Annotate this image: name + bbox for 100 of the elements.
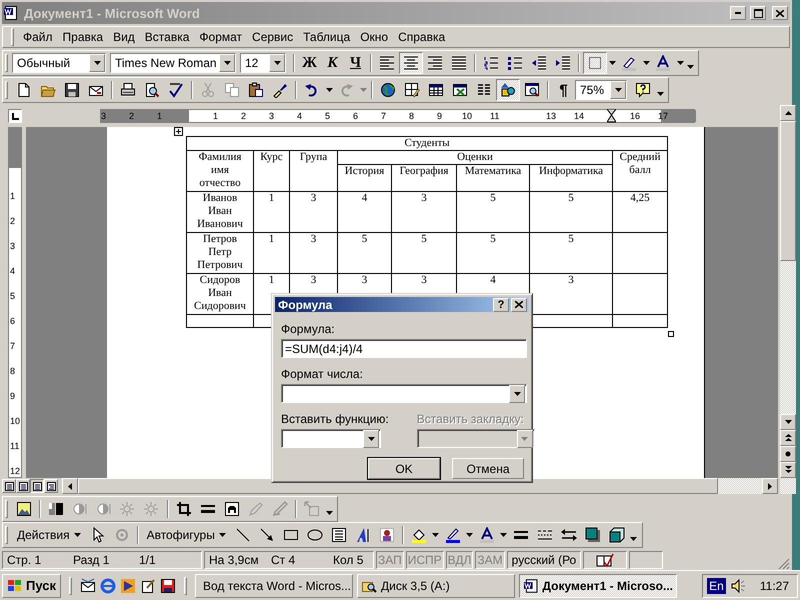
align-center-icon[interactable] (403, 55, 419, 71)
columns-icon[interactable] (476, 82, 492, 98)
tab-stop-icon[interactable] (12, 112, 18, 120)
caret-icon[interactable] (500, 533, 508, 537)
rectangle-icon[interactable] (282, 527, 299, 543)
browser-icon[interactable] (100, 578, 116, 594)
next-page-icon[interactable] (784, 466, 792, 474)
landscape-icon[interactable] (16, 501, 32, 517)
menu-item[interactable]: Правка (58, 30, 108, 44)
caret-icon[interactable] (368, 436, 374, 440)
paint-bucket-icon[interactable] (410, 527, 427, 543)
style-dropdown[interactable]: Обычный (12, 53, 106, 73)
caret-icon[interactable] (274, 61, 280, 65)
arrow-style-icon[interactable] (560, 527, 577, 543)
print-layout-icon[interactable] (32, 482, 42, 490)
shadow-icon[interactable] (584, 527, 601, 543)
document-map-icon[interactable] (524, 82, 540, 98)
taskbar-button[interactable]: Вод текста Word - Micros... (195, 574, 353, 598)
crop-icon[interactable] (176, 501, 192, 517)
language-indicator[interactable]: En (707, 578, 726, 594)
help-button[interactable]: ? (493, 298, 509, 312)
menu-item[interactable]: Справка (393, 30, 450, 44)
table-icon[interactable] (428, 82, 444, 98)
indent-marker-icon[interactable] (607, 109, 616, 123)
resize-grip-icon[interactable] (778, 558, 790, 570)
clipboard-icon[interactable] (248, 82, 264, 98)
outline-view-icon[interactable] (46, 482, 56, 490)
table-move-handle-icon[interactable] (174, 127, 183, 136)
border-button[interactable] (583, 52, 607, 74)
increase-indent-icon[interactable] (555, 55, 571, 71)
toolbar-options-icon[interactable] (630, 537, 638, 541)
caret-icon[interactable] (514, 392, 520, 396)
maximize-button[interactable] (750, 6, 766, 20)
caret-icon[interactable] (642, 61, 650, 65)
start-button[interactable]: Пуск (2, 574, 61, 598)
caret-icon[interactable] (432, 533, 440, 537)
caret-icon[interactable] (676, 61, 684, 65)
close-button[interactable] (772, 6, 788, 20)
spreadsheet-icon[interactable] (452, 82, 468, 98)
caret-icon[interactable] (218, 533, 226, 537)
globe-icon[interactable] (380, 82, 396, 98)
shapes-button[interactable] (496, 79, 520, 101)
spelling-check-icon[interactable] (168, 82, 184, 98)
bulleted-list-icon[interactable] (507, 55, 523, 71)
document-icon[interactable] (16, 82, 32, 98)
help-icon[interactable] (635, 82, 651, 98)
minimize-button[interactable] (730, 6, 746, 20)
taskbar-button[interactable]: Диск 3,5 (A:) (357, 574, 515, 598)
align-center-button[interactable] (399, 52, 423, 74)
menu-item[interactable]: Таблица (298, 30, 356, 44)
underline-button[interactable]: Ч (344, 52, 367, 74)
scroll-right-icon[interactable] (768, 482, 772, 490)
caret-icon[interactable] (614, 88, 622, 92)
menu-item[interactable]: Вид (108, 30, 140, 44)
font-color-icon[interactable] (655, 55, 671, 71)
clip-art-icon[interactable] (378, 527, 395, 543)
bold-button[interactable]: Ж (298, 52, 321, 74)
image-control-icon[interactable] (48, 501, 64, 517)
caret-icon[interactable] (94, 61, 100, 65)
browse-object-icon[interactable] (785, 451, 791, 457)
numbered-list-icon[interactable] (483, 55, 499, 71)
printer-icon[interactable] (120, 82, 136, 98)
table-pencil-icon[interactable] (404, 82, 420, 98)
function-dropdown[interactable] (281, 429, 381, 448)
italic-button[interactable]: К (321, 52, 344, 74)
media-player-icon[interactable] (120, 578, 136, 594)
toolbar-options-icon[interactable] (326, 511, 332, 515)
paintbrush-icon[interactable] (272, 82, 288, 98)
spelling-book-icon[interactable] (596, 553, 614, 567)
close-icon[interactable] (776, 10, 784, 16)
oval-icon[interactable] (306, 527, 323, 543)
menu-item[interactable]: Файл (18, 30, 58, 44)
menu-button[interactable]: Действия (12, 524, 86, 546)
align-left-icon[interactable] (379, 55, 395, 71)
decrease-indent-icon[interactable] (531, 55, 547, 71)
scroll-thumb[interactable] (780, 121, 796, 261)
maximize-icon[interactable] (754, 8, 762, 18)
taskbar-button[interactable]: Документ1 - Microso... (519, 574, 677, 598)
scroll-up-icon[interactable] (784, 111, 792, 115)
3d-box-icon[interactable] (608, 527, 625, 543)
line-icon[interactable] (234, 527, 251, 543)
text-box-icon[interactable] (330, 527, 347, 543)
number-format-dropdown[interactable] (281, 384, 527, 403)
caret-icon[interactable] (326, 88, 332, 92)
envelope-icon[interactable] (80, 578, 96, 594)
formula-field[interactable]: =SUM(d4:j4)/4 (281, 339, 527, 358)
print-preview-icon[interactable] (144, 82, 160, 98)
highlighter-icon[interactable] (621, 55, 637, 71)
line-color-icon[interactable] (444, 527, 461, 543)
menu-item[interactable]: Окно (355, 30, 394, 44)
framed-picture-icon[interactable] (224, 501, 240, 517)
close-icon[interactable] (515, 301, 523, 308)
toolbar-options-icon[interactable] (656, 92, 664, 96)
wordart-icon[interactable] (354, 527, 371, 543)
align-right-icon[interactable] (427, 55, 443, 71)
justify-icon[interactable] (451, 55, 467, 71)
zoom-dropdown[interactable]: 75% (575, 80, 627, 100)
scroll-left-icon[interactable] (68, 482, 72, 490)
menu-item[interactable]: Формат (194, 30, 248, 44)
caret-icon[interactable] (74, 533, 81, 537)
